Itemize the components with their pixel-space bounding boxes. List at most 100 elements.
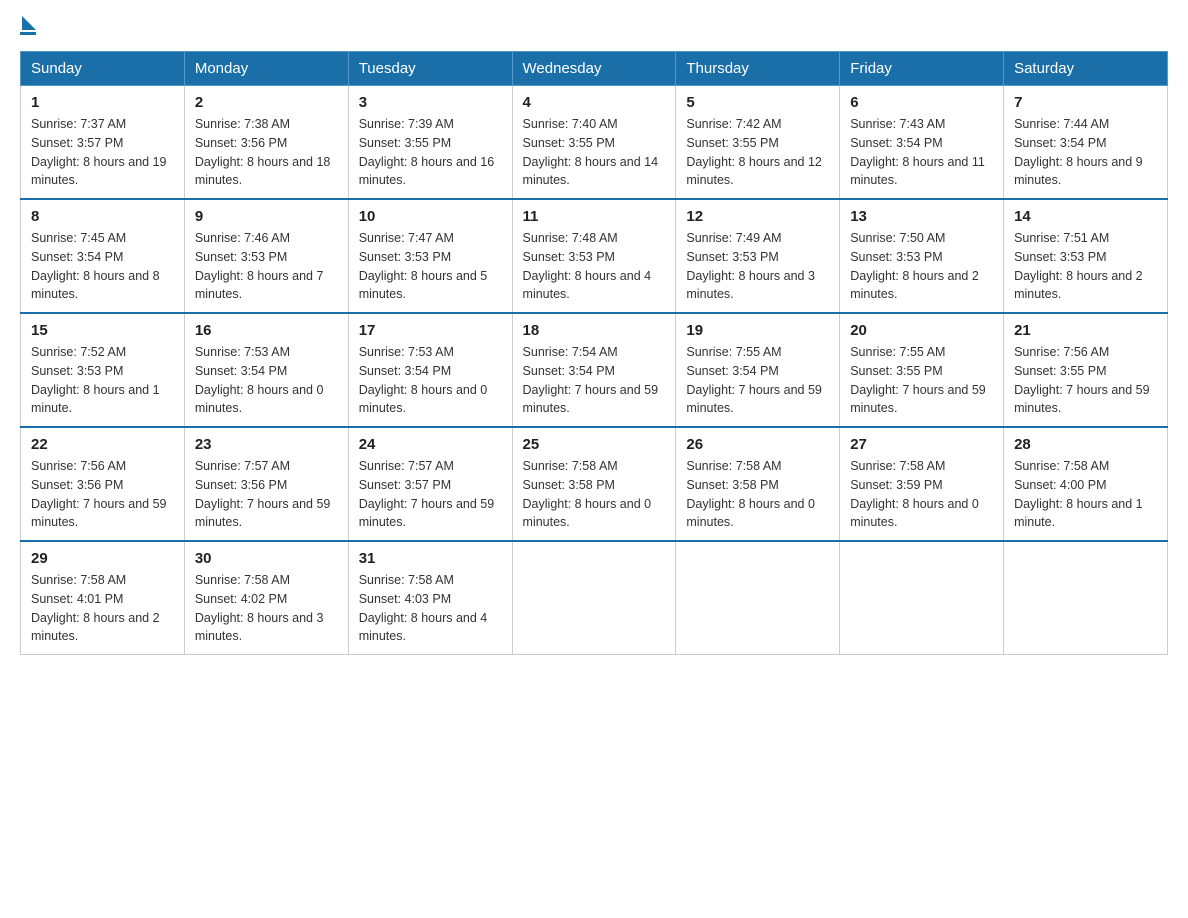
day-number: 17 — [359, 322, 502, 339]
day-cell-31: 31 Sunrise: 7:58 AMSunset: 4:03 PMDayligh… — [348, 541, 512, 655]
day-info: Sunrise: 7:57 AMSunset: 3:56 PMDaylight:… — [195, 457, 338, 532]
empty-cell — [512, 541, 676, 655]
header-wednesday: Wednesday — [512, 52, 676, 86]
day-number: 26 — [686, 436, 829, 453]
day-cell-28: 28 Sunrise: 7:58 AMSunset: 4:00 PMDayligh… — [1004, 427, 1168, 541]
day-cell-21: 21 Sunrise: 7:56 AMSunset: 3:55 PMDayligh… — [1004, 313, 1168, 427]
day-number: 11 — [523, 208, 666, 225]
day-info: Sunrise: 7:48 AMSunset: 3:53 PMDaylight:… — [523, 229, 666, 304]
day-number: 2 — [195, 94, 338, 111]
day-cell-9: 9 Sunrise: 7:46 AMSunset: 3:53 PMDaylight… — [184, 199, 348, 313]
week-row-2: 8 Sunrise: 7:45 AMSunset: 3:54 PMDaylight… — [21, 199, 1168, 313]
day-cell-3: 3 Sunrise: 7:39 AMSunset: 3:55 PMDaylight… — [348, 86, 512, 200]
day-number: 28 — [1014, 436, 1157, 453]
week-row-3: 15 Sunrise: 7:52 AMSunset: 3:53 PMDayligh… — [21, 313, 1168, 427]
day-cell-4: 4 Sunrise: 7:40 AMSunset: 3:55 PMDaylight… — [512, 86, 676, 200]
day-info: Sunrise: 7:56 AMSunset: 3:55 PMDaylight:… — [1014, 343, 1157, 418]
day-info: Sunrise: 7:43 AMSunset: 3:54 PMDaylight:… — [850, 115, 993, 190]
day-cell-22: 22Sunrise: 7:56 AMSunset: 3:56 PMDayligh… — [21, 427, 185, 541]
day-cell-30: 30 Sunrise: 7:58 AMSunset: 4:02 PMDayligh… — [184, 541, 348, 655]
day-number: 27 — [850, 436, 993, 453]
day-info: Sunrise: 7:44 AMSunset: 3:54 PMDaylight:… — [1014, 115, 1157, 190]
day-number: 24 — [359, 436, 502, 453]
day-cell-5: 5 Sunrise: 7:42 AMSunset: 3:55 PMDaylight… — [676, 86, 840, 200]
day-info: Sunrise: 7:51 AMSunset: 3:53 PMDaylight:… — [1014, 229, 1157, 304]
day-number: 21 — [1014, 322, 1157, 339]
header-saturday: Saturday — [1004, 52, 1168, 86]
header-tuesday: Tuesday — [348, 52, 512, 86]
week-row-5: 29 Sunrise: 7:58 AMSunset: 4:01 PMDayligh… — [21, 541, 1168, 655]
empty-cell — [840, 541, 1004, 655]
day-number: 10 — [359, 208, 502, 225]
day-info: Sunrise: 7:45 AMSunset: 3:54 PMDaylight:… — [31, 229, 174, 304]
day-cell-17: 17Sunrise: 7:53 AMSunset: 3:54 PMDayligh… — [348, 313, 512, 427]
day-cell-11: 11 Sunrise: 7:48 AMSunset: 3:53 PMDayligh… — [512, 199, 676, 313]
day-cell-13: 13 Sunrise: 7:50 AMSunset: 3:53 PMDayligh… — [840, 199, 1004, 313]
day-cell-10: 10 Sunrise: 7:47 AMSunset: 3:53 PMDayligh… — [348, 199, 512, 313]
day-info: Sunrise: 7:49 AMSunset: 3:53 PMDaylight:… — [686, 229, 829, 304]
day-info: Sunrise: 7:55 AMSunset: 3:55 PMDaylight:… — [850, 343, 993, 418]
day-number: 20 — [850, 322, 993, 339]
day-info: Sunrise: 7:50 AMSunset: 3:53 PMDaylight:… — [850, 229, 993, 304]
day-info: Sunrise: 7:47 AMSunset: 3:53 PMDaylight:… — [359, 229, 502, 304]
day-number: 29 — [31, 550, 174, 567]
day-number: 5 — [686, 94, 829, 111]
day-info: Sunrise: 7:58 AMSunset: 4:02 PMDaylight:… — [195, 571, 338, 646]
day-number: 14 — [1014, 208, 1157, 225]
day-number: 6 — [850, 94, 993, 111]
day-cell-12: 12Sunrise: 7:49 AMSunset: 3:53 PMDayligh… — [676, 199, 840, 313]
day-info: Sunrise: 7:58 AMSunset: 3:58 PMDaylight:… — [686, 457, 829, 532]
day-cell-2: 2 Sunrise: 7:38 AMSunset: 3:56 PMDaylight… — [184, 86, 348, 200]
header-monday: Monday — [184, 52, 348, 86]
day-number: 15 — [31, 322, 174, 339]
day-cell-26: 26 Sunrise: 7:58 AMSunset: 3:58 PMDayligh… — [676, 427, 840, 541]
day-number: 1 — [31, 94, 174, 111]
day-number: 3 — [359, 94, 502, 111]
day-info: Sunrise: 7:38 AMSunset: 3:56 PMDaylight:… — [195, 115, 338, 190]
day-number: 25 — [523, 436, 666, 453]
day-cell-24: 24 Sunrise: 7:57 AMSunset: 3:57 PMDayligh… — [348, 427, 512, 541]
day-info: Sunrise: 7:39 AMSunset: 3:55 PMDaylight:… — [359, 115, 502, 190]
day-number: 23 — [195, 436, 338, 453]
logo-underline — [20, 32, 36, 35]
day-cell-15: 15 Sunrise: 7:52 AMSunset: 3:53 PMDayligh… — [21, 313, 185, 427]
day-info: Sunrise: 7:57 AMSunset: 3:57 PMDaylight:… — [359, 457, 502, 532]
calendar-table: SundayMondayTuesdayWednesdayThursdayFrid… — [20, 51, 1168, 655]
day-info: Sunrise: 7:52 AMSunset: 3:53 PMDaylight:… — [31, 343, 174, 418]
empty-cell — [676, 541, 840, 655]
day-number: 18 — [523, 322, 666, 339]
day-number: 9 — [195, 208, 338, 225]
day-info: Sunrise: 7:58 AMSunset: 4:01 PMDaylight:… — [31, 571, 174, 646]
day-number: 30 — [195, 550, 338, 567]
day-info: Sunrise: 7:42 AMSunset: 3:55 PMDaylight:… — [686, 115, 829, 190]
day-cell-7: 7 Sunrise: 7:44 AMSunset: 3:54 PMDaylight… — [1004, 86, 1168, 200]
day-info: Sunrise: 7:58 AMSunset: 4:03 PMDaylight:… — [359, 571, 502, 646]
day-cell-16: 16 Sunrise: 7:53 AMSunset: 3:54 PMDayligh… — [184, 313, 348, 427]
day-cell-8: 8 Sunrise: 7:45 AMSunset: 3:54 PMDaylight… — [21, 199, 185, 313]
header-sunday: Sunday — [21, 52, 185, 86]
day-info: Sunrise: 7:37 AMSunset: 3:57 PMDaylight:… — [31, 115, 174, 190]
day-number: 4 — [523, 94, 666, 111]
day-cell-29: 29 Sunrise: 7:58 AMSunset: 4:01 PMDayligh… — [21, 541, 185, 655]
day-number: 7 — [1014, 94, 1157, 111]
empty-cell — [1004, 541, 1168, 655]
day-info: Sunrise: 7:58 AMSunset: 4:00 PMDaylight:… — [1014, 457, 1157, 532]
day-cell-18: 18Sunrise: 7:54 AMSunset: 3:54 PMDayligh… — [512, 313, 676, 427]
day-number: 13 — [850, 208, 993, 225]
day-number: 16 — [195, 322, 338, 339]
day-cell-1: 1 Sunrise: 7:37 AMSunset: 3:57 PMDaylight… — [21, 86, 185, 200]
header-friday: Friday — [840, 52, 1004, 86]
day-info: Sunrise: 7:55 AMSunset: 3:54 PMDaylight:… — [686, 343, 829, 418]
day-info: Sunrise: 7:46 AMSunset: 3:53 PMDaylight:… — [195, 229, 338, 304]
day-info: Sunrise: 7:40 AMSunset: 3:55 PMDaylight:… — [523, 115, 666, 190]
day-number: 19 — [686, 322, 829, 339]
day-cell-23: 23 Sunrise: 7:57 AMSunset: 3:56 PMDayligh… — [184, 427, 348, 541]
calendar-header-row: SundayMondayTuesdayWednesdayThursdayFrid… — [21, 52, 1168, 86]
day-cell-20: 20 Sunrise: 7:55 AMSunset: 3:55 PMDayligh… — [840, 313, 1004, 427]
week-row-4: 22Sunrise: 7:56 AMSunset: 3:56 PMDayligh… — [21, 427, 1168, 541]
day-info: Sunrise: 7:58 AMSunset: 3:59 PMDaylight:… — [850, 457, 993, 532]
day-info: Sunrise: 7:53 AMSunset: 3:54 PMDaylight:… — [195, 343, 338, 418]
day-number: 31 — [359, 550, 502, 567]
day-cell-19: 19 Sunrise: 7:55 AMSunset: 3:54 PMDayligh… — [676, 313, 840, 427]
day-number: 8 — [31, 208, 174, 225]
